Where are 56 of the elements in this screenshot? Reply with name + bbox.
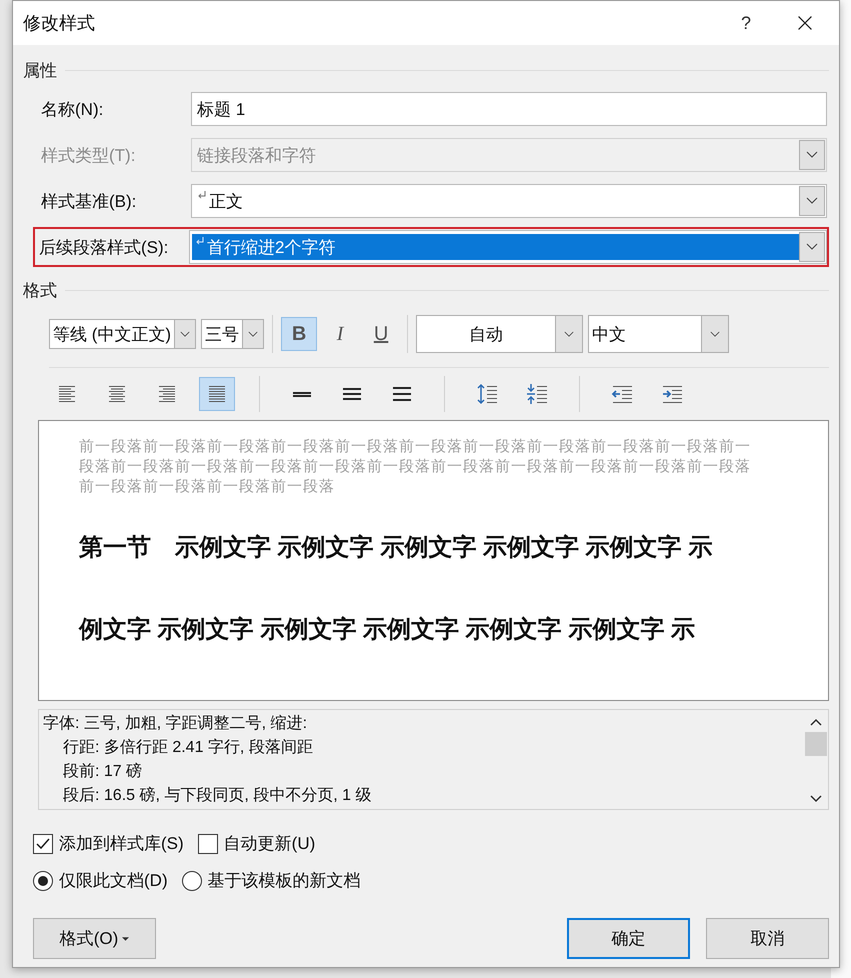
dropdown-value: 链接段落和字符 [196,144,317,166]
radio-button[interactable] [33,870,53,890]
align-right-icon [157,384,177,404]
description-text: 字体: 三号, 加粗, 字距调整二号, 缩进: [43,714,308,734]
ok-button[interactable]: 确定 [567,918,690,959]
name-field[interactable]: 标题 1 [191,92,827,126]
help-button[interactable]: ? [734,12,757,34]
paragraph-spacing-icon [476,383,498,405]
radio-label[interactable]: 仅限此文档(D) [59,869,168,892]
font-dropdown[interactable]: 等线 (中文正文) [49,319,196,349]
format-menu-button[interactable]: 格式(O) [33,918,156,959]
window-title: 修改样式 [23,12,96,35]
radio-button[interactable] [182,870,202,890]
scroll-down-icon[interactable] [810,795,822,803]
caret-icon [122,936,130,940]
description-text: 段后: 16.5 磅, 与下段同页, 段中不分页, 1 级 [62,786,372,806]
indent-icon [611,383,633,405]
checkbox[interactable] [198,834,218,854]
description-text: 行距: 多倍行距 2.41 字行, 段落间距 [62,738,314,758]
cancel-button[interactable]: 取消 [706,918,829,959]
field-label: 后续段落样式(S): [38,236,170,258]
sample-text: 第一节 示例文字 示例文字 示例文字 示例文字 示例文字 示 [79,533,714,563]
field-label: 名称(N): [40,98,104,120]
italic-button[interactable]: I [322,317,358,351]
line-spacing-icon [392,387,412,401]
font-size-dropdown[interactable]: 三号 [201,319,264,349]
checkbox[interactable] [33,834,53,854]
paragraph-spacing-icon [526,383,548,405]
field-label: 样式类型(T): [40,144,136,166]
section-heading: 格式 [23,280,57,302]
checkbox-label[interactable]: 添加到样式库(S) [59,832,184,855]
indent-icon [661,383,683,405]
font-color-dropdown[interactable]: 自动 [416,315,584,353]
sample-text: 例文字 示例文字 示例文字 示例文字 示例文字 示例文字 示 [79,615,696,645]
style-dropdown[interactable]: 首行缩进2个字符 [189,230,827,264]
radio-label[interactable]: 基于该模板的新文档 [208,869,361,892]
language-dropdown[interactable]: 中文 [588,315,730,353]
align-center-icon [107,384,127,404]
underline-button[interactable]: U [363,317,400,351]
align-justify-icon [207,384,227,404]
checkbox-label[interactable]: 自动更新(U) [224,832,316,855]
align-justify-button[interactable] [199,377,235,411]
dropdown-value: 首行缩进2个字符 [192,234,799,260]
close-icon[interactable] [797,15,813,31]
line-spacing-icon [292,392,312,396]
line-spacing-icon [342,388,362,400]
field-label: 样式基准(B): [40,190,138,212]
align-left-icon [57,384,77,404]
dropdown-value: 正文 [194,188,799,214]
scroll-thumb[interactable] [805,732,827,756]
previous-paragraph-text: 前一段落前一段落前一段落前一段落前一段落前一段落前一段落前一段落前一段落前一段落前一段落前一段落前一段落前一段落前一段落前一段落前一段落前一段落前一段落前一段落前一段落前一段落前一段落前一段落前一段落 [79,437,752,497]
scroll-up-icon[interactable] [810,718,822,726]
section-heading: 属性 [23,60,57,82]
bold-button[interactable]: B [281,317,318,351]
style-dropdown[interactable]: 正文 [191,184,827,218]
description-text: 段前: 17 磅 [62,762,144,782]
